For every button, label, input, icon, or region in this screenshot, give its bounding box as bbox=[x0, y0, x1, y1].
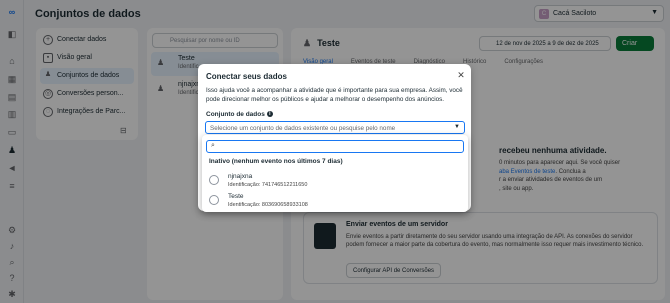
dataset-dropdown: ⌕ Inativo (nenhum evento nos últimos 7 d… bbox=[202, 135, 468, 212]
option-id: Identificação: 803690658933108 bbox=[228, 202, 308, 208]
dataset-select[interactable]: Selecione um conjunto de dados existente… bbox=[205, 121, 465, 134]
option-name: Teste bbox=[228, 193, 244, 200]
caret-down-icon: ▼ bbox=[454, 124, 460, 130]
dataset-option[interactable]: njnajxna Identificação: 741746512211650 bbox=[206, 171, 464, 191]
dropdown-search-input[interactable]: ⌕ bbox=[206, 140, 464, 153]
dataset-option[interactable]: Teste Identificação: 803690658933108 bbox=[206, 191, 464, 211]
dataset-field-label: Conjunto de dados i bbox=[206, 111, 273, 118]
field-label-text: Conjunto de dados bbox=[206, 111, 265, 118]
option-id: Identificação: 741746512211650 bbox=[228, 182, 308, 188]
radio-button[interactable] bbox=[209, 195, 219, 205]
info-icon[interactable]: i bbox=[266, 111, 273, 117]
dialog-description: Isso ajuda você a acompanhar a atividade… bbox=[206, 87, 463, 103]
select-placeholder: Selecione um conjunto de dados existente… bbox=[210, 125, 396, 132]
search-icon: ⌕ bbox=[211, 142, 215, 149]
dropdown-group-label: Inativo (nenhum evento nos últimos 7 dia… bbox=[209, 158, 343, 165]
dialog-title: Conectar seus dados bbox=[206, 72, 287, 81]
option-name: njnajxna bbox=[228, 173, 253, 180]
radio-button[interactable] bbox=[209, 175, 219, 185]
close-icon[interactable]: ✕ bbox=[456, 70, 466, 80]
